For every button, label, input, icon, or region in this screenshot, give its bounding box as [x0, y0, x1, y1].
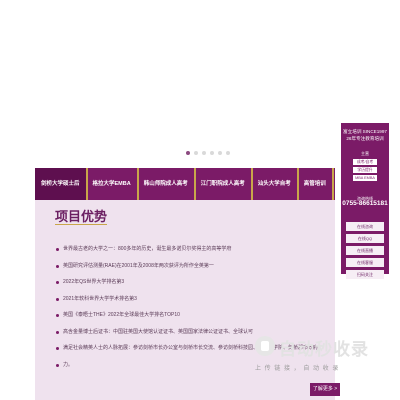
- advantage-item: 英国研究评估测量(RAE)在2001年及2008年两次获评为所作全英第一: [55, 263, 325, 270]
- float-tag-mba[interactable]: MBA EMBA: [353, 175, 377, 181]
- advantage-item: 英国《泰晤士THE》2022年全球最佳大学排名TOP10: [55, 312, 325, 319]
- nav-item-shantou-self-study[interactable]: 汕头大学自考: [250, 168, 297, 200]
- watermark-title: 自动秒收录: [279, 340, 369, 359]
- sidebar-link-qq[interactable]: 在线QQ: [346, 234, 384, 243]
- section-title: 项目优势: [55, 209, 108, 224]
- sidebar-link-service[interactable]: 在线客服: [346, 258, 384, 267]
- nav-item-cambridge-postdoc[interactable]: 剑桥大学硕士后: [35, 168, 86, 200]
- advantage-item: 世界最古老的大学之一：800多年的历史，诞生最多诺贝尔奖得主的高等学府: [55, 246, 325, 253]
- nav-item-jiangmen-adult-exam[interactable]: 江门职院成人高考: [193, 168, 251, 200]
- float-tag-degree-upgrade[interactable]: 学历提升: [353, 167, 377, 173]
- carousel-dot[interactable]: [202, 151, 206, 155]
- float-title-line1: 富立培训 SINCE1997: [343, 129, 387, 134]
- learn-more-button[interactable]: 了解更多 >: [310, 383, 340, 396]
- title-underline: [55, 224, 107, 225]
- advantage-item: 2022年QS世界大学排名第3: [55, 279, 325, 286]
- float-title-line2: 26年专注教育培训: [346, 136, 384, 141]
- sidebar-link-online-consult[interactable]: 在线咨询: [346, 222, 384, 231]
- carousel-dot[interactable]: [226, 151, 230, 155]
- float-panel-title: 富立培训 SINCE1997 26年专注教育培训: [341, 128, 389, 142]
- carousel-indicators: [186, 151, 230, 155]
- watermark-subtitle: 上 传 链 接 ， 自 动 收 录: [255, 366, 340, 372]
- carousel-dot[interactable]: [186, 151, 190, 155]
- sidebar-link-live[interactable]: 在线直播: [346, 246, 384, 255]
- float-panel-tags: 成考/自考 学历提升 MBA EMBA: [349, 157, 381, 181]
- watermark-logo-icon: [255, 336, 275, 356]
- nav-item-glasgow-emba[interactable]: 格拉大学EMBA: [85, 168, 137, 200]
- carousel-dot[interactable]: [210, 151, 214, 155]
- sidebar-links: 在线咨询 在线QQ 在线直播 在线客服 扫码关注: [346, 222, 384, 282]
- hero-banner[interactable]: [0, 0, 400, 165]
- carousel-dot[interactable]: [218, 151, 222, 155]
- carousel-dot[interactable]: [194, 151, 198, 155]
- nav-item-executive-training[interactable]: 高管培训: [296, 168, 332, 200]
- float-tag-adult-exam[interactable]: 成考/自考: [353, 159, 377, 165]
- hotline-number[interactable]: 0755-86615181: [341, 200, 389, 207]
- sidebar-link-qrcode[interactable]: 扫码关注: [346, 270, 384, 279]
- nav-item-hanshan-adult-exam[interactable]: 韩山师院成人高考: [136, 168, 194, 200]
- watermark: 自动秒收录 上 传 链 接 ， 自 动 收 录: [255, 335, 395, 372]
- advantage-item: 2021年软科世界大学学术排名第3: [55, 296, 325, 303]
- program-nav: 剑桥大学硕士后 格拉大学EMBA 韩山师院成人高考 江门职院成人高考 汕头大学自…: [35, 168, 355, 200]
